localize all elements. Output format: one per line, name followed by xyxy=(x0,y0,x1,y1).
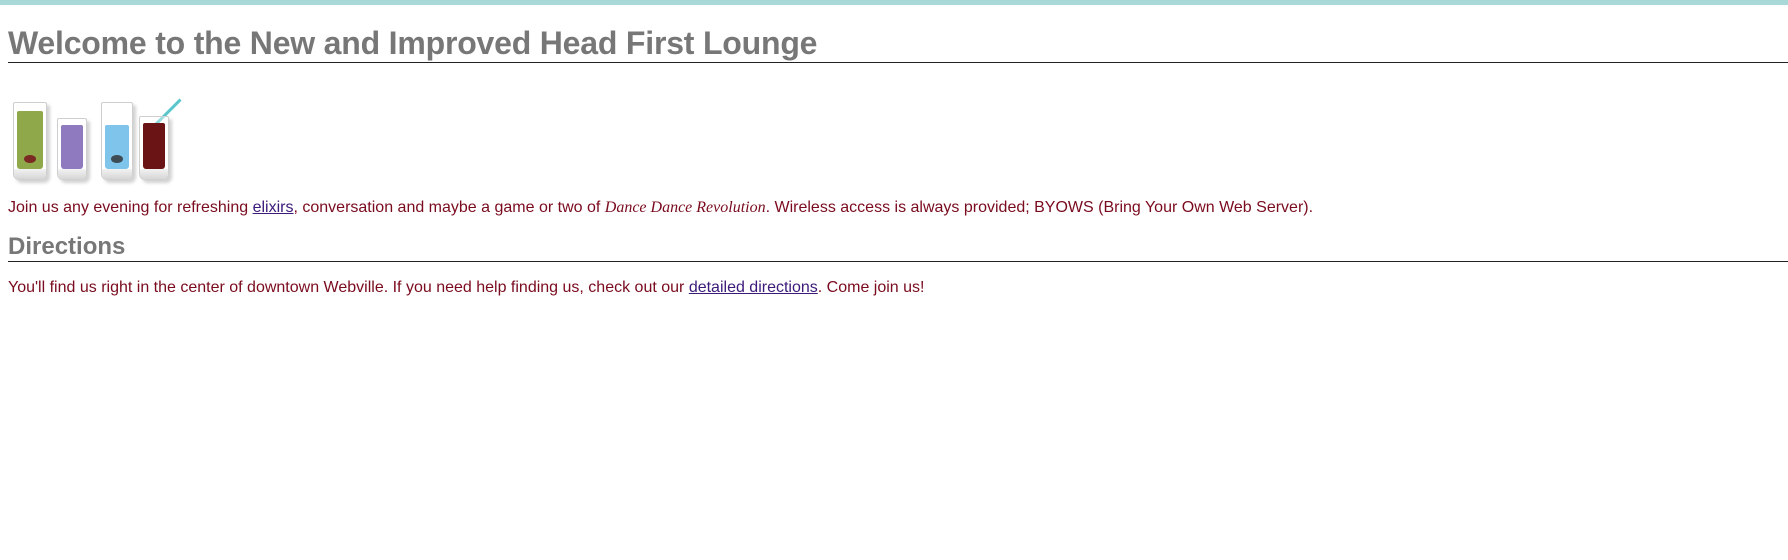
green-drink-glass xyxy=(13,102,47,180)
intro-text-middle: , conversation and maybe a game or two o… xyxy=(293,199,605,216)
directions-heading: Directions xyxy=(8,233,1788,262)
game-title: Dance Dance Revolution xyxy=(604,199,766,216)
directions-text-end: . Come join us! xyxy=(817,279,925,296)
page-title: Welcome to the New and Improved Head Fir… xyxy=(8,24,1788,63)
intro-paragraph: Join us any evening for refreshing elixi… xyxy=(8,198,1788,218)
directions-text-start: You'll find us right in the center of do… xyxy=(8,279,689,296)
intro-text-end: . Wireless access is always provided; BY… xyxy=(765,199,1314,216)
red-drink-glass xyxy=(139,116,169,180)
top-accent-strip xyxy=(0,0,1788,5)
detailed-directions-link[interactable]: detailed directions xyxy=(689,279,818,296)
drinks-image xyxy=(8,88,208,180)
purple-drink-glass xyxy=(57,118,87,180)
elixirs-link[interactable]: elixirs xyxy=(253,199,294,216)
blue-drink-glass xyxy=(101,102,133,180)
directions-paragraph: You'll find us right in the center of do… xyxy=(8,278,1788,298)
intro-text-start: Join us any evening for refreshing xyxy=(8,199,253,216)
page-content: Welcome to the New and Improved Head Fir… xyxy=(8,24,1788,298)
